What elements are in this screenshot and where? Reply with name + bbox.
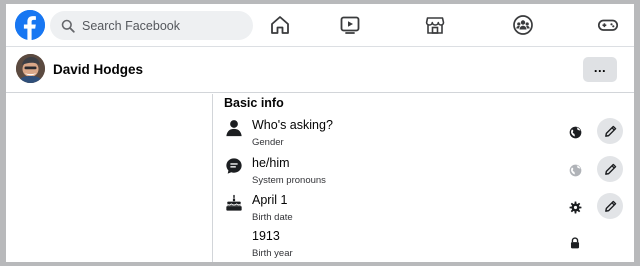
lock-icon[interactable]	[568, 236, 582, 250]
public-icon[interactable]	[568, 125, 582, 139]
search-icon	[61, 19, 75, 33]
edit-gender-button[interactable]	[597, 118, 623, 144]
birth-year-value: 1913	[252, 229, 280, 243]
pronouns-value: he/him	[252, 156, 290, 170]
person-icon	[224, 118, 244, 138]
more-options-label: ...	[593, 59, 607, 75]
edit-pronouns-button[interactable]	[597, 156, 623, 182]
edit-birth-date-button[interactable]	[597, 193, 623, 219]
pencil-icon	[604, 200, 616, 212]
gaming-icon[interactable]	[596, 14, 620, 36]
facebook-window: David Hodges ... Basic info Who's asking…	[6, 4, 634, 262]
public-icon	[568, 163, 582, 177]
groups-icon[interactable]	[511, 14, 535, 36]
facebook-logo-icon[interactable]	[15, 10, 45, 40]
profile-header: David Hodges ...	[6, 48, 634, 93]
marketplace-icon[interactable]	[423, 14, 447, 36]
search-bar[interactable]	[50, 11, 253, 40]
chat-bubble-icon	[224, 156, 244, 176]
gear-icon[interactable]	[568, 200, 582, 214]
watch-icon[interactable]	[338, 14, 362, 36]
info-row-pronouns: he/him System pronouns	[222, 155, 627, 191]
home-icon[interactable]	[268, 14, 292, 36]
pronouns-label: System pronouns	[252, 175, 326, 186]
column-divider	[212, 94, 213, 262]
cake-icon	[224, 193, 244, 213]
avatar[interactable]	[16, 54, 45, 83]
pencil-icon	[604, 125, 616, 137]
info-row-gender: Who's asking? Gender	[222, 117, 627, 153]
birth-date-label: Birth date	[252, 212, 293, 223]
top-navigation-bar	[6, 4, 634, 47]
birth-date-value: April 1	[252, 193, 288, 207]
profile-name[interactable]: David Hodges	[53, 62, 143, 77]
info-row-birth-date: April 1 Birth date	[222, 192, 627, 228]
search-input[interactable]	[82, 18, 242, 33]
pencil-icon	[604, 163, 616, 175]
gender-value: Who's asking?	[252, 118, 333, 132]
section-title: Basic info	[224, 96, 284, 110]
info-row-birth-year: 1913 Birth year	[222, 228, 627, 262]
more-options-button[interactable]: ...	[583, 57, 617, 82]
birth-year-label: Birth year	[252, 248, 293, 259]
gender-label: Gender	[252, 137, 284, 148]
